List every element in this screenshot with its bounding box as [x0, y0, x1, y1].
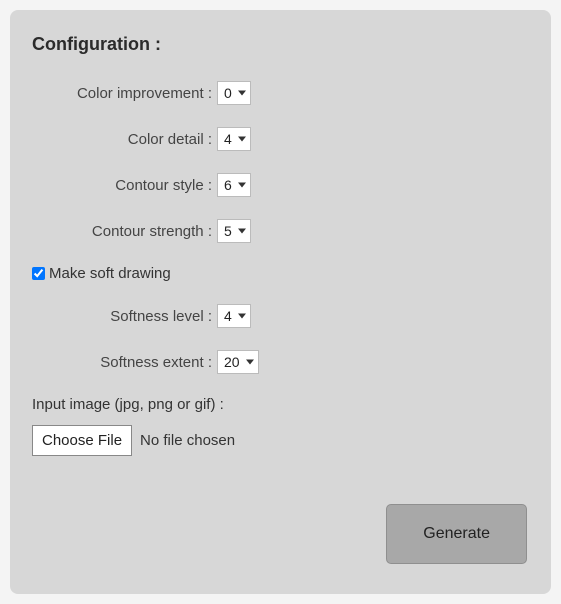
label-input-image: Input image (jpg, png or gif) :	[32, 396, 529, 413]
select-contour-style[interactable]: 6	[217, 173, 251, 197]
choose-file-button[interactable]: Choose File	[32, 425, 132, 456]
chevron-down-icon	[238, 137, 246, 142]
label-contour-strength: Contour strength :	[32, 223, 217, 240]
generate-button[interactable]: Generate	[386, 504, 527, 564]
chevron-down-icon	[246, 360, 254, 365]
label-color-detail: Color detail :	[32, 131, 217, 148]
row-softness-level: Softness level : 4	[32, 304, 529, 328]
file-row: Choose File No file chosen	[32, 425, 529, 456]
label-soft-drawing: Make soft drawing	[49, 265, 171, 282]
select-color-improvement-value: 0	[224, 85, 232, 101]
select-softness-extent-value: 20	[224, 354, 240, 370]
select-softness-extent[interactable]: 20	[217, 350, 259, 374]
checkbox-soft-drawing[interactable]	[32, 267, 45, 280]
label-contour-style: Contour style :	[32, 177, 217, 194]
configuration-panel: Configuration : Color improvement : 0 Co…	[10, 10, 551, 594]
file-status-text: No file chosen	[140, 432, 235, 449]
select-color-detail-value: 4	[224, 131, 232, 147]
chevron-down-icon	[238, 314, 246, 319]
select-contour-strength-value: 5	[224, 223, 232, 239]
select-color-improvement[interactable]: 0	[217, 81, 251, 105]
chevron-down-icon	[238, 91, 246, 96]
label-color-improvement: Color improvement :	[32, 85, 217, 102]
select-softness-level[interactable]: 4	[217, 304, 251, 328]
label-softness-extent: Softness extent :	[32, 354, 217, 371]
row-color-improvement: Color improvement : 0	[32, 81, 529, 105]
label-softness-level: Softness level :	[32, 308, 217, 325]
chevron-down-icon	[238, 229, 246, 234]
select-contour-style-value: 6	[224, 177, 232, 193]
panel-title: Configuration :	[32, 34, 529, 55]
select-contour-strength[interactable]: 5	[217, 219, 251, 243]
file-input-section: Input image (jpg, png or gif) : Choose F…	[32, 396, 529, 456]
row-color-detail: Color detail : 4	[32, 127, 529, 151]
select-softness-level-value: 4	[224, 308, 232, 324]
row-contour-strength: Contour strength : 5	[32, 219, 529, 243]
row-soft-drawing: Make soft drawing	[32, 265, 529, 282]
row-contour-style: Contour style : 6	[32, 173, 529, 197]
chevron-down-icon	[238, 183, 246, 188]
select-color-detail[interactable]: 4	[217, 127, 251, 151]
row-softness-extent: Softness extent : 20	[32, 350, 529, 374]
